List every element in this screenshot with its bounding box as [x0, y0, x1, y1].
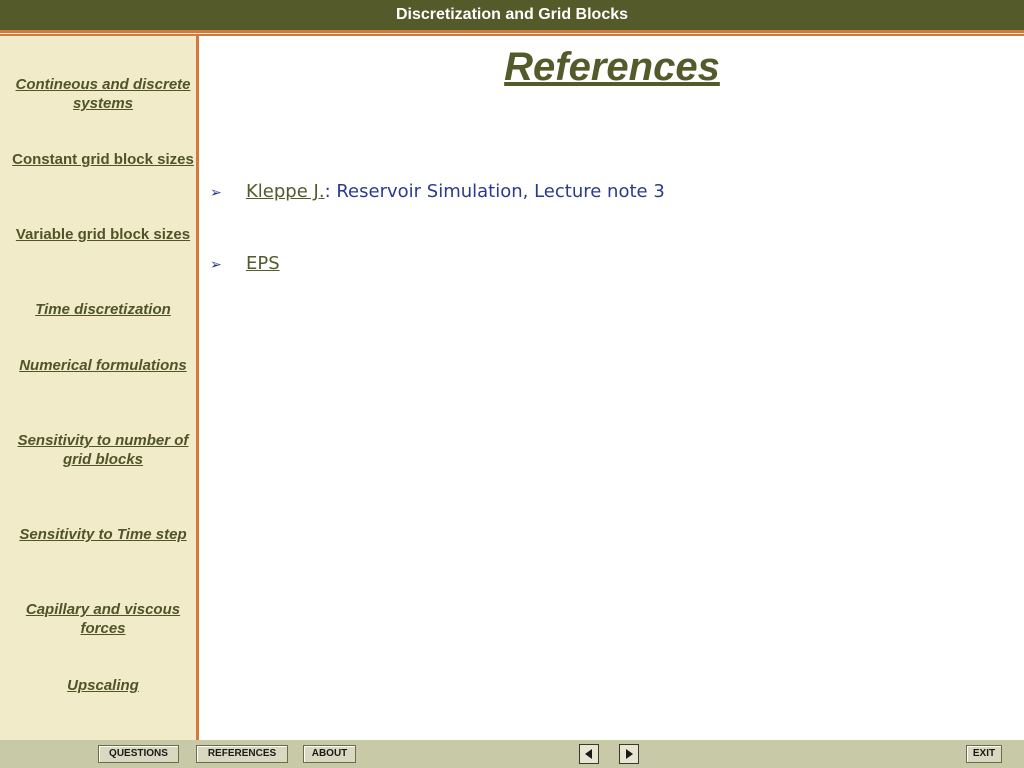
arrow-right-icon: [626, 749, 633, 759]
references-button[interactable]: REFERENCES: [196, 745, 288, 763]
arrow-bullet-icon: ➢: [210, 185, 222, 201]
title-bar: Discretization and Grid Blocks: [0, 0, 1024, 30]
arrow-left-icon: [585, 749, 592, 759]
sidebar-item-numerical-formulations[interactable]: Numerical formulations: [12, 356, 194, 375]
reference-link-eps[interactable]: EPS: [246, 253, 280, 274]
arrow-bullet-icon: ➢: [210, 257, 222, 273]
about-button[interactable]: ABOUT: [303, 745, 356, 763]
reference-description: Reservoir Simulation, Lecture note 3: [336, 181, 665, 202]
reference-item: ➢ Kleppe J.: Reservoir Simulation, Lectur…: [210, 181, 665, 204]
sidebar-item-sensitivity-to-number-of-grid-blocks[interactable]: Sensitivity to number of grid blocks: [12, 431, 194, 469]
previous-slide-button[interactable]: [579, 744, 599, 764]
sidebar-item-variable-grid-block-sizes[interactable]: Variable grid block sizes: [12, 225, 194, 244]
sidebar-item-time-discretization[interactable]: Time discretization: [12, 300, 194, 319]
sidebar-divider: [196, 36, 199, 740]
sidebar-item-capillary-and-viscous-forces[interactable]: Capillary and viscous forces: [12, 600, 194, 638]
sidebar-item-upscaling[interactable]: Upscaling: [12, 676, 194, 695]
reference-link-kleppe[interactable]: Kleppe J.: [246, 181, 325, 202]
sidebar-item-constant-grid-block-sizes[interactable]: Constant grid block sizes: [12, 150, 194, 169]
sidebar-item-sensitivity-to-time-step[interactable]: Sensitivity to Time step: [12, 525, 194, 544]
exit-button[interactable]: EXIT: [966, 745, 1002, 763]
page-title: References: [504, 45, 720, 89]
sidebar-item-contineous-and-discrete-systems[interactable]: Contineous and discrete systems: [12, 75, 194, 113]
reference-separator: :: [324, 181, 337, 202]
questions-button[interactable]: QUESTIONS: [98, 745, 179, 763]
reference-item: ➢ EPS: [210, 253, 280, 276]
presentation-title: Discretization and Grid Blocks: [395, 6, 629, 23]
next-slide-button[interactable]: [619, 744, 639, 764]
